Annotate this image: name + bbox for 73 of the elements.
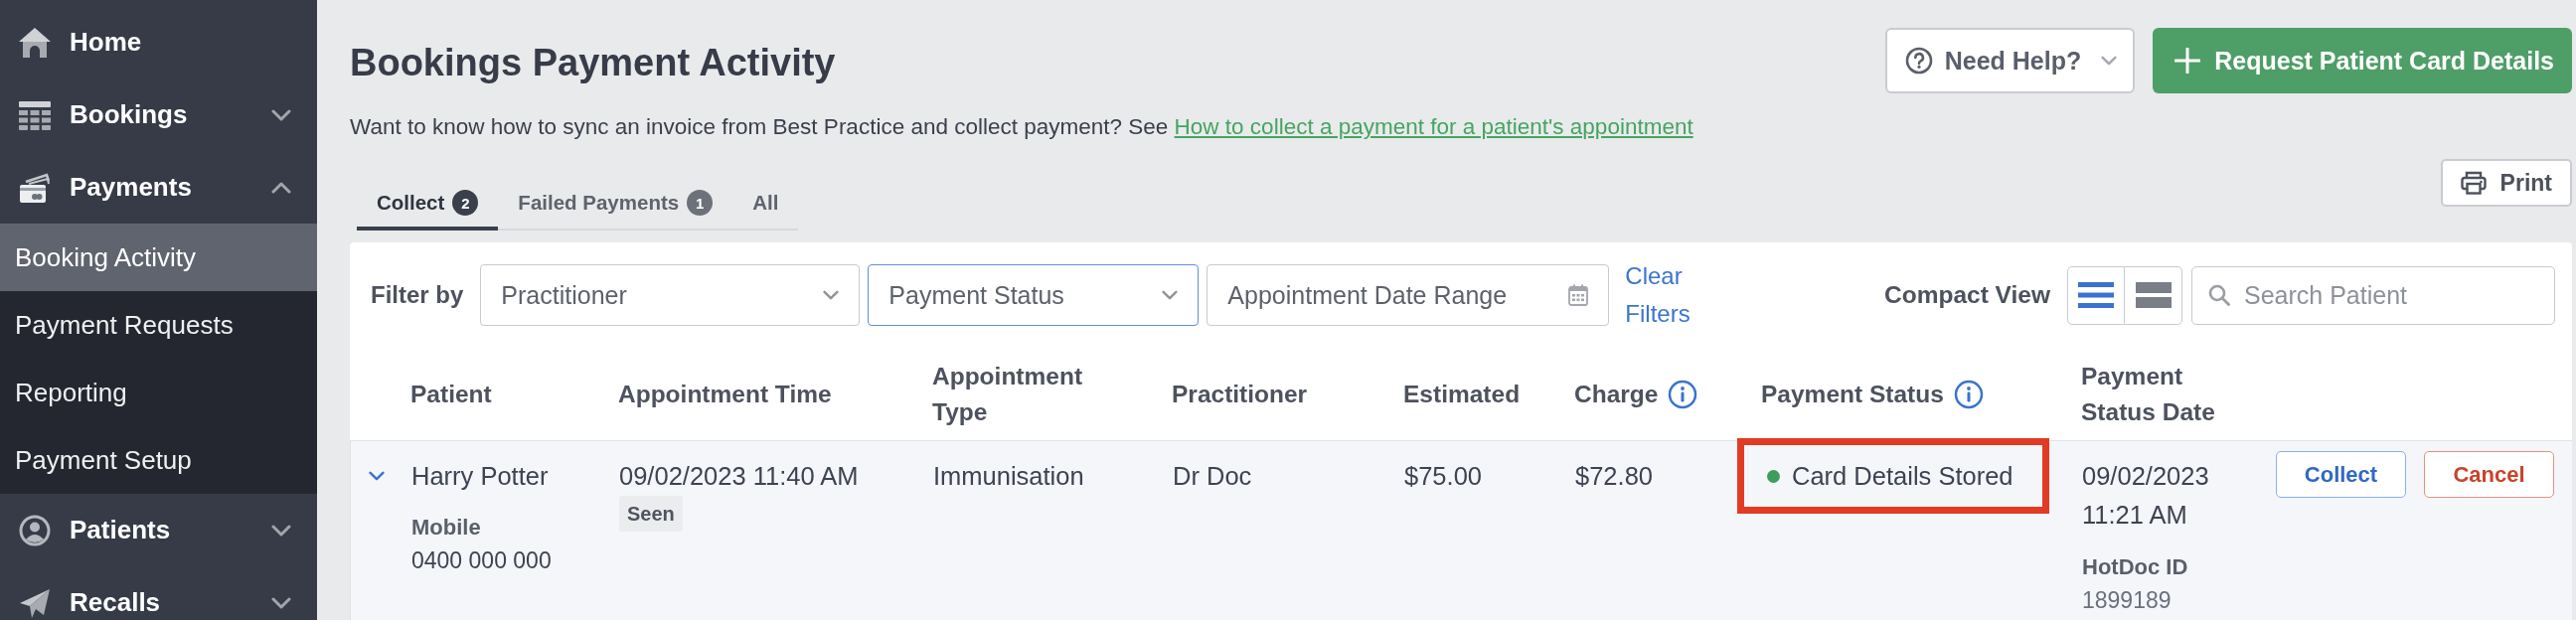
chevron-icon	[823, 290, 840, 300]
phone-label: Mobile	[411, 514, 482, 542]
chevron-icon	[1162, 290, 1179, 300]
estimated-amount: $75.00	[1404, 461, 1483, 492]
view-toggle-button[interactable]	[2067, 265, 2125, 325]
search-field[interactable]: Search Patient	[2191, 265, 2555, 325]
nav-item[interactable]: Payments	[0, 151, 317, 224]
table-icon	[18, 98, 52, 131]
nav-subitem[interactable]: Payment Requests	[0, 291, 317, 359]
charge-amount: $72.80	[1575, 461, 1654, 492]
filter-label: Filter by	[371, 281, 464, 309]
count-badge: 1	[687, 190, 714, 216]
compact-view-label: Compact View	[1884, 281, 2050, 309]
print-button[interactable]: Print	[2440, 159, 2572, 207]
date-range-field[interactable]: Appointment Date Range	[1207, 264, 1610, 326]
question-circle-icon	[1904, 47, 1933, 75]
appointment-time: 09/02/2023 11:40 AM	[619, 461, 860, 492]
tab[interactable]: Failed Payments 1	[498, 189, 733, 231]
tab[interactable]: All	[732, 189, 799, 231]
column-header: Patient	[410, 379, 492, 409]
info-icon[interactable]	[1953, 379, 1984, 409]
nav-subitem[interactable]: Reporting	[0, 359, 317, 426]
rows-icon	[2135, 282, 2172, 308]
tab[interactable]: Collect 2	[357, 189, 499, 231]
user-circle-icon	[18, 514, 52, 546]
plus-icon	[2174, 48, 2201, 74]
chevron-icon[interactable]	[271, 596, 291, 609]
help-text: Want to know how to sync an invoice from Best Practice and collect payment? See How to collect a payment for a patient's appointment	[350, 113, 1694, 141]
column-header: Appointment Type	[932, 361, 1084, 427]
chevron-icon[interactable]	[271, 108, 291, 121]
search-icon	[2208, 283, 2230, 306]
phone-number: 0400 000 000	[411, 546, 553, 575]
count-badge: 2	[452, 190, 479, 216]
nav-item[interactable]: Home	[0, 6, 317, 78]
request-card-details-button[interactable]: Request Patient Card Details	[2153, 28, 2572, 93]
column-header: Charge	[1574, 379, 1659, 409]
chevron-icon[interactable]	[369, 471, 385, 481]
home-icon	[18, 26, 52, 59]
info-icon[interactable]	[1668, 379, 1698, 409]
collect-button[interactable]: Collect	[2276, 451, 2406, 498]
credit-card-icon	[18, 171, 52, 204]
clear-filters-link[interactable]: Clear Filters	[1625, 257, 1721, 333]
column-header: Practitioner	[1172, 379, 1308, 409]
calendar-icon	[1568, 284, 1589, 306]
list-icon	[2078, 282, 2114, 308]
payment-status-text: Card Details Stored	[1792, 461, 2013, 492]
column-header: Appointment Time	[618, 379, 832, 409]
chevron-icon	[2101, 56, 2118, 66]
chevron-icon[interactable]	[271, 524, 291, 537]
nav-subitem[interactable]: Payment Setup	[0, 426, 317, 494]
nav-subitem[interactable]: Booking Activity	[0, 224, 317, 291]
help-button[interactable]: Need Help?	[1884, 28, 2136, 93]
filter-select[interactable]: Payment Status	[868, 264, 1200, 326]
chevron-icon[interactable]	[271, 181, 291, 194]
column-header: Payment Status	[1761, 379, 1944, 409]
hotdoc-id-label: HotDoc ID	[2082, 553, 2189, 581]
appointment-type: Immunisation	[933, 461, 1085, 492]
practitioner-name: Dr Doc	[1173, 461, 1253, 492]
attendance-tag: Seen	[619, 496, 683, 532]
status-date: 09/02/2023 11:21 AM	[2082, 461, 2210, 531]
column-header: Payment Status Date	[2081, 361, 2216, 427]
nav-item[interactable]: Bookings	[0, 78, 317, 151]
patient-name: Harry Potter	[411, 461, 550, 492]
nav-item[interactable]: Patients	[0, 494, 317, 566]
hotdoc-id: 1899189	[2082, 586, 2173, 615]
column-header: Estimated	[1403, 379, 1521, 409]
view-toggle-button[interactable]	[2125, 265, 2182, 325]
page-title: Bookings Payment Activity	[350, 41, 836, 84]
cancel-button[interactable]: Cancel	[2424, 451, 2554, 498]
nav-item[interactable]: Recalls	[0, 566, 317, 620]
filter-select[interactable]: Practitioner	[480, 264, 861, 326]
paper-plane-icon	[18, 586, 52, 619]
printer-icon	[2460, 171, 2487, 195]
